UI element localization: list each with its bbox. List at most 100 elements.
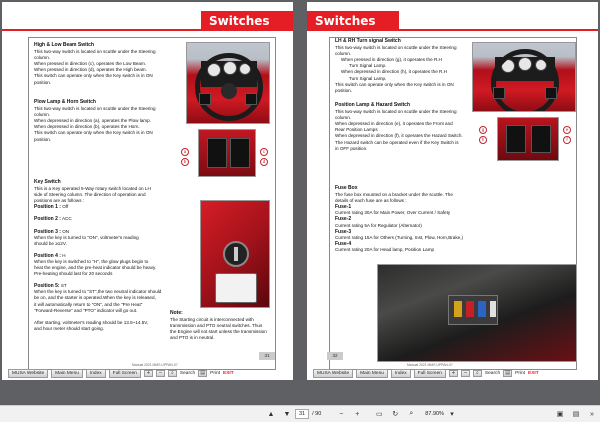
search-button[interactable]: Search	[485, 371, 500, 376]
previous-page-icon[interactable]: ▲	[266, 409, 276, 419]
text-line: This two-way switch is located on scuttl…	[335, 109, 457, 115]
text-line: be on, and the starter is operated.When …	[34, 295, 156, 301]
print-button[interactable]: Print	[515, 371, 525, 376]
exit-button[interactable]: EXIT	[223, 371, 234, 376]
next-page-icon[interactable]: ▼	[282, 409, 292, 419]
position-value: ST	[59, 283, 67, 289]
steering-wheel-icon	[491, 49, 559, 111]
key-position-diagram	[215, 273, 257, 303]
fuse-box-photo	[377, 264, 577, 362]
plow-horn-switch-icon	[207, 138, 227, 168]
print-icon[interactable]: ▤	[571, 409, 581, 419]
page-navbar: MUSA Website Main Menu Index Full Screen…	[2, 369, 293, 378]
plow-horn-section: Plow Lamp & Horn Switch This two-way swi…	[34, 99, 179, 143]
beam-switch-icon	[230, 138, 250, 168]
exit-button[interactable]: EXIT	[528, 371, 539, 376]
note-heading: Note:	[170, 310, 183, 316]
title-rule	[399, 29, 598, 31]
index-button[interactable]: Index	[85, 369, 106, 378]
fuse-icon	[490, 301, 496, 317]
page-number-input[interactable]: 31	[294, 409, 310, 419]
section-heading: LH & RH Turn signal Switch	[335, 38, 401, 44]
zoom-level[interactable]: 87.90%	[425, 411, 444, 417]
callout-g: g	[479, 126, 487, 134]
key-icon	[234, 247, 238, 261]
position-value: Off	[60, 204, 69, 210]
search-icon[interactable]: ⌕	[406, 409, 416, 419]
position-value: H	[60, 252, 66, 258]
zoom-out-icon[interactable]: −	[460, 370, 470, 377]
switch-closeup-photo	[497, 117, 559, 161]
callout-h: h	[479, 136, 487, 144]
section-heading: Plow Lamp & Horn Switch	[34, 99, 96, 105]
title-rule	[2, 29, 202, 31]
key-switch-photo	[200, 200, 270, 308]
section-heading: High & Low Beam Switch	[34, 42, 95, 48]
position-label: Position 5:	[34, 283, 60, 290]
page-navbar: MUSA Website Main Menu Index Full Screen…	[307, 369, 598, 378]
turn-signal-section: LH & RH Turn signal Switch This two-way …	[335, 38, 475, 94]
full-screen-button[interactable]: Full Screen	[413, 369, 446, 378]
search-icon[interactable]: ⌕	[167, 370, 177, 377]
zoom-out-icon[interactable]: −	[155, 370, 165, 377]
fuse-desc: Current rating 20A for Head lamp, Positi…	[335, 246, 435, 252]
right-page: Switches LH & RH Turn signal Switch This…	[307, 2, 598, 380]
callout-c: c	[260, 148, 268, 156]
main-menu-button[interactable]: Main Menu	[51, 369, 83, 378]
zoom-in-icon[interactable]: +	[143, 370, 153, 377]
text-line: position.	[34, 79, 52, 85]
position-value: ACC	[60, 216, 72, 222]
switch-icon	[545, 87, 557, 99]
switch-icon	[245, 93, 257, 105]
total-pages: / 90	[312, 411, 322, 417]
text-line: position.	[34, 136, 52, 142]
viewer-toolbar: ▲ ▼ 31 / 90 − + ▭ ↻ ⌕ 87.90% ▾ ▣ ▤ »	[0, 405, 600, 422]
switch-icon	[199, 93, 211, 105]
rotate-icon[interactable]: ↻	[390, 409, 400, 419]
fuse-icon	[454, 301, 462, 317]
section-heading: Position Lamp & Hazard Switch	[335, 102, 411, 108]
page-number: 31	[259, 352, 275, 360]
print-icon[interactable]: ▤	[503, 370, 513, 377]
fuse-box-section: Fuse Box The fuse box mounted on a brack…	[335, 185, 515, 253]
fit-page-icon[interactable]: ▭	[374, 409, 384, 419]
main-menu-button[interactable]: Main Menu	[356, 369, 388, 378]
position-label: Position 4 :	[34, 252, 61, 259]
text-line: When depressed in direction (f), it oper…	[335, 133, 463, 139]
more-icon[interactable]: »	[587, 409, 597, 419]
key-switch-section: Key Switch This is a Key operated 5-Way …	[34, 179, 174, 332]
chevron-down-icon[interactable]: ▾	[447, 409, 457, 419]
musa-website-button[interactable]: MUSA Website	[313, 369, 354, 378]
switch-closeup-photo	[198, 129, 256, 177]
print-icon[interactable]: ▤	[198, 370, 208, 377]
text-line: position.	[335, 87, 353, 93]
print-button[interactable]: Print	[210, 371, 220, 376]
footer-note: Manual 2021 MMS UPPAN-07	[132, 363, 178, 367]
position-label: Position 3 :	[34, 228, 61, 235]
position-label: Position 1 :	[34, 204, 61, 211]
fuse-icon	[466, 301, 474, 317]
search-icon[interactable]: ⌕	[472, 370, 482, 377]
left-page: Switches High & Low Beam Switch This two…	[2, 2, 293, 380]
steering-column-photo	[472, 42, 576, 112]
zoom-in-icon[interactable]: +	[448, 370, 458, 377]
callout-a: a	[181, 148, 189, 156]
callout-e: e	[563, 126, 571, 134]
hazard-switch-icon	[531, 125, 551, 153]
page-number: 32	[327, 352, 343, 360]
zoom-in-icon[interactable]: +	[352, 409, 362, 419]
position-value: ON	[60, 228, 70, 234]
callout-d: d	[260, 158, 268, 166]
index-button[interactable]: Index	[390, 369, 411, 378]
zoom-out-icon[interactable]: −	[336, 409, 346, 419]
save-icon[interactable]: ▣	[555, 409, 565, 419]
text-line: This two-way switch is located on scuttl…	[335, 45, 457, 51]
callout-b: b	[181, 158, 189, 166]
musa-website-button[interactable]: MUSA Website	[8, 369, 49, 378]
search-button[interactable]: Search	[180, 371, 195, 376]
section-heading: Fuse Box	[335, 185, 358, 191]
text-line: in OFF position.	[335, 145, 368, 151]
switch-icon	[493, 87, 505, 99]
callout-f: f	[563, 136, 571, 144]
full-screen-button[interactable]: Full Screen	[108, 369, 141, 378]
